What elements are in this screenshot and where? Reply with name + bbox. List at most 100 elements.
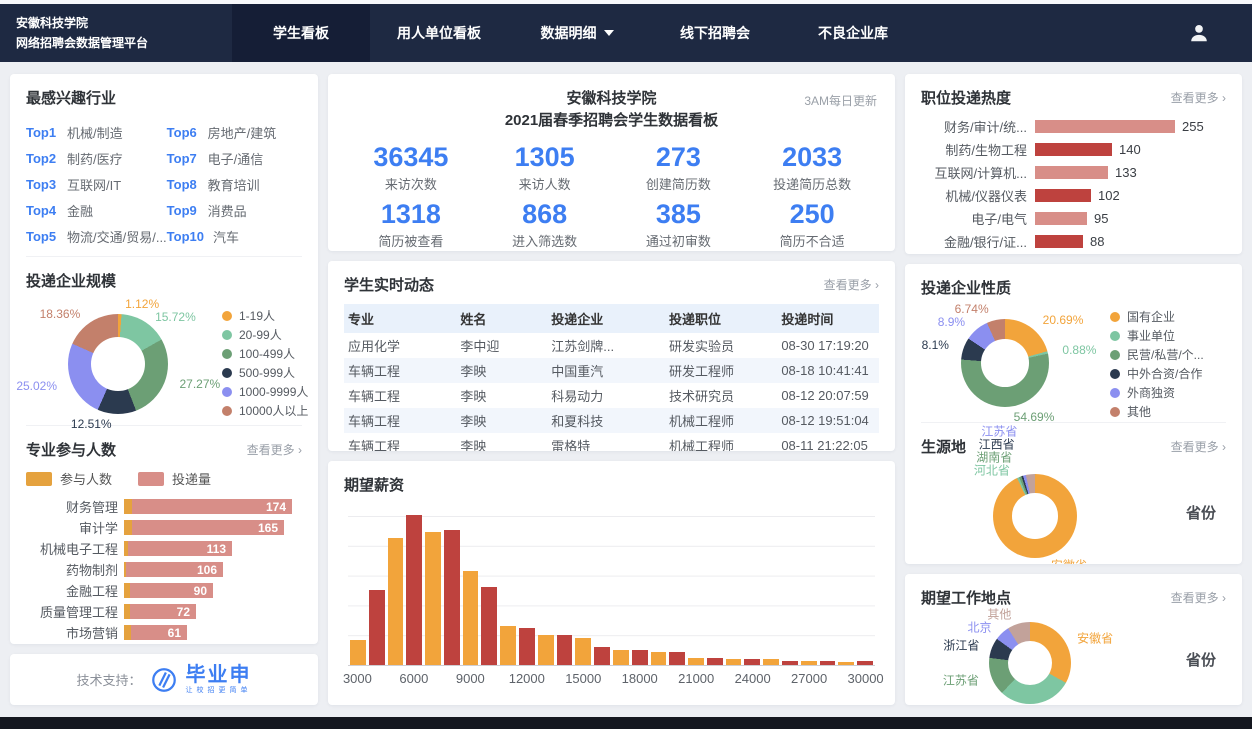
position-value: 95 (1094, 211, 1108, 226)
cell: 车辆工程 (344, 383, 456, 408)
legend-label: 民营/私营/个... (1127, 346, 1204, 363)
legend-item: 500-999人 (222, 363, 308, 382)
cell: 08-30 17:19:20 (777, 333, 879, 358)
legend-label: 国有企业 (1127, 308, 1175, 325)
stat-value: 1305 (478, 142, 612, 173)
histogram-bar (707, 658, 723, 666)
donut-hole (91, 337, 145, 391)
donut-hole (1008, 641, 1052, 685)
axis-tick-label: 15000 (565, 671, 601, 686)
position-label: 制药/生物工程 (921, 140, 1027, 159)
histogram-bar (350, 640, 366, 666)
legend-dot (222, 406, 232, 416)
legend-label: 事业单位 (1127, 327, 1175, 344)
activity-table-head: 专业姓名投递企业投递职位投递时间 (344, 304, 879, 333)
work-location-view-more-link[interactable]: 查看更多 › (1171, 589, 1226, 606)
industry-item: Top9消费品 (167, 197, 302, 223)
nav-tabs: 学生看板用人单位看板数据明细线下招聘会不良企业库 (232, 4, 922, 62)
legend-dot (1110, 407, 1120, 417)
major-bar-row: 质量管理工程 72 (10, 601, 318, 622)
histogram-bar (763, 659, 779, 665)
legend-label: 1000-9999人 (239, 383, 308, 400)
position-value: 255 (1182, 119, 1204, 134)
legend-label: 其他 (1127, 403, 1151, 420)
legend-dot (1110, 388, 1120, 398)
legend-label: 外商独资 (1127, 384, 1175, 401)
stat-value: 385 (612, 199, 746, 230)
donut-hole (981, 339, 1029, 387)
legend-label: 10000人以上 (239, 402, 308, 419)
legend-dot (1110, 312, 1120, 322)
industry-rank: Top8 (167, 177, 199, 192)
cell: 李映 (456, 433, 547, 451)
update-note: 3AM每日更新 (804, 92, 877, 109)
delivery-value: 165 (258, 521, 278, 535)
stat-label: 进入筛选数 (478, 231, 612, 250)
delivery-value: 90 (194, 584, 207, 598)
stat-label: 创建简历数 (612, 174, 746, 193)
tech-support-card: 技术支持： 毕业申 让校招更简单 (10, 654, 318, 705)
position-label: 财务/审计/统... (921, 117, 1027, 136)
cell: 研发工程师 (665, 358, 777, 383)
cell: 08-11 21:22:05 (777, 433, 879, 451)
position-bar (1035, 143, 1112, 156)
legend-item: 20-99人 (222, 325, 308, 344)
position-value: 88 (1090, 234, 1104, 249)
histogram-bar (500, 626, 516, 665)
nav-tab[interactable]: 用人单位看板 (370, 4, 508, 62)
activity-view-more-link[interactable]: 查看更多 › (824, 276, 879, 293)
donut-label: 江苏省 (981, 423, 1017, 440)
cell: 应用化学 (344, 333, 456, 358)
nav-tab[interactable]: 不良企业库 (784, 4, 922, 62)
stat-label: 简历被查看 (344, 231, 478, 250)
axis-tick-label: 27000 (791, 671, 827, 686)
donut-label: 6.74% (955, 302, 989, 316)
position-bar-row: 机械/仪器仪表102 (905, 184, 1242, 207)
legend-dot (1110, 331, 1120, 341)
industry-rank: Top2 (26, 151, 58, 166)
histogram-bar (575, 638, 591, 665)
major-label: 质量管理工程 (26, 602, 118, 621)
stat-value: 36345 (344, 142, 478, 173)
industry-label: 制药/医疗 (67, 149, 123, 168)
stat-item: 1305来访人数 (478, 142, 612, 193)
table-row: 车辆工程李映雷格特机械工程师08-11 21:22:05 (344, 433, 879, 451)
position-bar (1035, 189, 1091, 202)
company-size-section: 投递企业规模 1.12%15.72%27.27%12.51%25.02%18.3… (10, 257, 318, 425)
legend-item: 投递量 (138, 469, 211, 488)
delivery-value: 106 (197, 563, 217, 577)
histogram-bar (669, 652, 685, 666)
delivery-bar: 72 (130, 604, 196, 619)
nav-tab[interactable]: 学生看板 (232, 4, 370, 62)
company-size-donut (68, 314, 168, 414)
majors-view-more-link[interactable]: 查看更多 › (247, 441, 302, 458)
stat-item: 273创建简历数 (612, 142, 746, 193)
user-icon[interactable] (1188, 22, 1210, 44)
stat-label: 来访人数 (478, 174, 612, 193)
histogram-bar (538, 635, 554, 665)
major-label: 财务管理 (26, 497, 118, 516)
positions-view-more-link[interactable]: 查看更多 › (1171, 89, 1226, 106)
industry-item: Top2 制药/医疗 (26, 145, 167, 171)
salary-histogram (348, 516, 875, 666)
cell: 08-12 19:51:04 (777, 408, 879, 433)
nav-tab[interactable]: 线下招聘会 (646, 4, 784, 62)
major-bars: 174 (124, 499, 292, 514)
axis-tick-label: 18000 (622, 671, 658, 686)
donut-label: 15.72% (155, 310, 196, 324)
major-bars: 165 (124, 520, 284, 535)
stat-item: 868进入筛选数 (478, 199, 612, 250)
stat-label: 简历不合适 (745, 231, 879, 250)
table-row: 车辆工程李映中国重汽研发工程师08-18 10:41:41 (344, 358, 879, 383)
positions-chart: 财务/审计/统...255制药/生物工程140互联网/计算机...133机械/仪… (905, 115, 1242, 253)
major-bar-row: 药物制剂106 (10, 559, 318, 580)
nav-tab[interactable]: 数据明细 (508, 4, 646, 62)
industry-item: Top4金融 (26, 197, 167, 223)
stat-item: 385通过初审数 (612, 199, 746, 250)
major-label: 金融工程 (26, 581, 118, 600)
dashboard-title-line1: 安徽科技学院 (344, 88, 879, 110)
stat-value: 273 (612, 142, 746, 173)
origin-view-more-link[interactable]: 查看更多 › (1171, 438, 1226, 455)
cell: 机械工程师 (665, 408, 777, 433)
legend-dot (222, 349, 232, 359)
